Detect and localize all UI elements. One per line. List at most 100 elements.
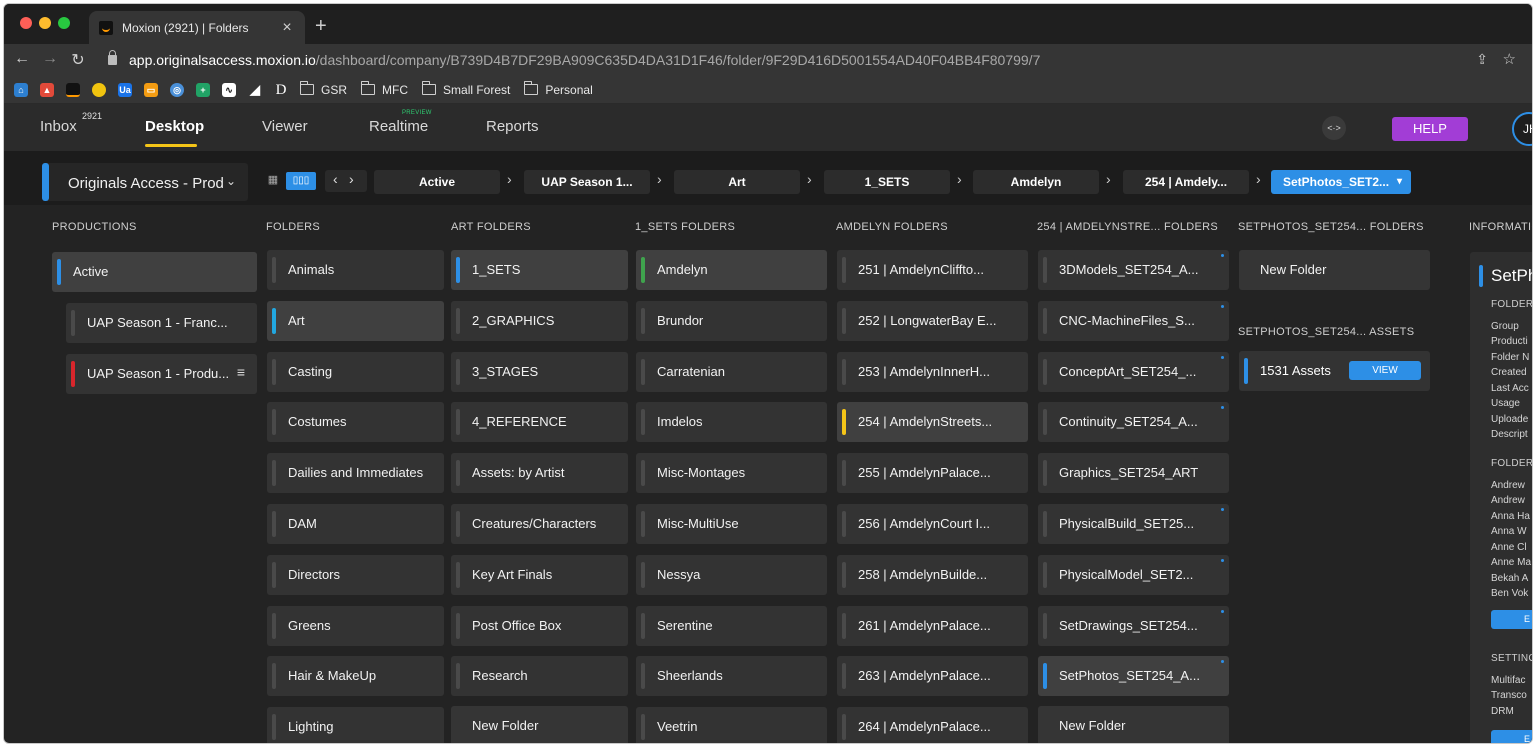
- folder-row[interactable]: 2_GRAPHICS: [451, 300, 628, 341]
- folder-row[interactable]: Carratenian: [636, 351, 827, 392]
- bookmark-icon[interactable]: ∿: [222, 82, 236, 97]
- hamburger-menu-icon[interactable]: ≡: [237, 364, 245, 380]
- help-button[interactable]: HELP: [1392, 117, 1468, 141]
- folder-row[interactable]: 1_SETS: [451, 250, 628, 290]
- breadcrumb-selected[interactable]: SetPhotos_SET2... ▾: [1271, 170, 1411, 194]
- folder-row[interactable]: Serentine: [636, 605, 827, 646]
- folder-row[interactable]: Sheerlands: [636, 656, 827, 697]
- nav-reports[interactable]: Reports: [486, 118, 539, 135]
- folder-row[interactable]: PhysicalModel_SET2...: [1038, 554, 1229, 595]
- folder-row[interactable]: 263 | AmdelynPalace...: [837, 656, 1028, 697]
- new-tab-button[interactable]: +: [315, 15, 327, 38]
- folder-row[interactable]: 253 | AmdelynInnerH...: [837, 351, 1028, 392]
- folder-row[interactable]: Graphics_SET254_ART: [1038, 453, 1229, 494]
- bookmark-icon[interactable]: Ua: [118, 82, 132, 97]
- folder-row[interactable]: 3_STAGES: [451, 351, 628, 392]
- bookmark-icon[interactable]: [92, 82, 106, 97]
- folder-row[interactable]: Post Office Box: [451, 605, 628, 646]
- share-icon[interactable]: ⇪: [1476, 51, 1488, 68]
- production-row[interactable]: Active: [52, 252, 257, 292]
- nav-desktop[interactable]: Desktop: [145, 118, 204, 135]
- folder-row[interactable]: Animals: [267, 250, 444, 290]
- view-assets-button[interactable]: VIEW: [1349, 361, 1421, 380]
- folder-row[interactable]: Misc-Montages: [636, 453, 827, 494]
- grid-view-icon[interactable]: ▦: [262, 172, 284, 188]
- edit-settings-button[interactable]: E: [1491, 730, 1532, 743]
- column-view-icon[interactable]: ▯▯▯: [286, 172, 316, 190]
- folder-row[interactable]: ConceptArt_SET254_...: [1038, 351, 1229, 392]
- bookmark-icon[interactable]: ⌂: [14, 82, 28, 97]
- reload-icon[interactable]: ↻: [68, 50, 88, 70]
- folder-row[interactable]: SetPhotos_SET254_A...: [1038, 656, 1229, 697]
- bookmark-icon[interactable]: ◢: [248, 82, 262, 97]
- organization-selector[interactable]: Originals Access - Prod ⌄: [42, 163, 248, 201]
- bookmark-icon[interactable]: ▭: [144, 82, 158, 97]
- folder-row[interactable]: Greens: [267, 605, 444, 646]
- folder-row[interactable]: 254 | AmdelynStreets...: [837, 402, 1028, 443]
- folder-row[interactable]: 255 | AmdelynPalace...: [837, 453, 1028, 494]
- breadcrumb-item[interactable]: Art: [674, 170, 800, 194]
- folder-row[interactable]: Costumes: [267, 402, 444, 443]
- folder-row[interactable]: 261 | AmdelynPalace...: [837, 605, 1028, 646]
- assets-row[interactable]: 1531 Assets VIEW: [1239, 351, 1430, 391]
- new-folder-button[interactable]: New Folder: [1239, 250, 1430, 290]
- new-folder-button[interactable]: New Folder: [451, 706, 628, 743]
- folder-row[interactable]: 251 | AmdelynCliffto...: [837, 250, 1028, 290]
- folder-row[interactable]: 4_REFERENCE: [451, 402, 628, 443]
- folder-row[interactable]: Misc-MultiUse: [636, 504, 827, 544]
- nav-realtime[interactable]: Realtime: [369, 118, 428, 135]
- folder-row[interactable]: Assets: by Artist: [451, 453, 628, 494]
- close-window-button[interactable]: [20, 17, 32, 29]
- bookmark-folder[interactable]: Personal: [524, 81, 593, 97]
- bookmark-folder[interactable]: GSR: [300, 81, 347, 97]
- bookmark-icon[interactable]: ◎: [170, 82, 184, 97]
- breadcrumb-item[interactable]: Amdelyn: [973, 170, 1099, 194]
- maximize-window-button[interactable]: [58, 17, 70, 29]
- bookmark-folder[interactable]: MFC: [361, 81, 408, 97]
- nav-inbox[interactable]: Inbox: [40, 118, 77, 135]
- folder-row[interactable]: Dailies and Immediates: [267, 453, 444, 494]
- folder-row[interactable]: PhysicalBuild_SET25...: [1038, 504, 1229, 544]
- folder-row[interactable]: Nessya: [636, 554, 827, 595]
- folder-row[interactable]: Directors: [267, 554, 444, 595]
- bookmark-icon[interactable]: D: [274, 82, 288, 97]
- folder-row[interactable]: 256 | AmdelynCourt I...: [837, 504, 1028, 544]
- code-icon[interactable]: <·>: [1322, 116, 1346, 140]
- minimize-window-button[interactable]: [39, 17, 51, 29]
- folder-row[interactable]: Brundor: [636, 300, 827, 341]
- back-arrow-icon[interactable]: ←: [12, 50, 32, 68]
- nav-viewer[interactable]: Viewer: [262, 118, 308, 135]
- chevron-left-icon[interactable]: ‹: [333, 171, 338, 187]
- edit-users-button[interactable]: E: [1491, 610, 1532, 629]
- folder-row[interactable]: Research: [451, 656, 628, 697]
- folder-row[interactable]: Key Art Finals: [451, 554, 628, 595]
- folder-row[interactable]: Lighting: [267, 707, 444, 743]
- production-row[interactable]: UAP Season 1 - Franc...: [66, 303, 257, 343]
- folder-row[interactable]: Hair & MakeUp: [267, 656, 444, 697]
- folder-row[interactable]: CNC-MachineFiles_S...: [1038, 300, 1229, 341]
- folder-row[interactable]: SetDrawings_SET254...: [1038, 605, 1229, 646]
- forward-arrow-icon[interactable]: →: [40, 50, 60, 68]
- amazon-bookmark-icon[interactable]: [66, 82, 80, 97]
- folder-row[interactable]: Imdelos: [636, 402, 827, 443]
- bookmark-star-icon[interactable]: ☆: [1503, 50, 1516, 68]
- breadcrumb-item[interactable]: UAP Season 1...: [524, 170, 650, 194]
- address-bar[interactable]: app.originalsaccess.moxion.io/dashboard/…: [129, 52, 1040, 68]
- tab-close-icon[interactable]: ×: [279, 19, 295, 37]
- folder-row[interactable]: 3DModels_SET254_A...: [1038, 250, 1229, 290]
- breadcrumb-item[interactable]: 1_SETS: [824, 170, 950, 194]
- production-row[interactable]: UAP Season 1 - Produ... ≡: [66, 354, 257, 394]
- folder-row[interactable]: 252 | LongwaterBay E...: [837, 300, 1028, 341]
- folder-row[interactable]: Art: [267, 300, 444, 341]
- breadcrumb-item[interactable]: Active: [374, 170, 500, 194]
- user-avatar[interactable]: JH: [1512, 112, 1532, 146]
- folder-row[interactable]: Casting: [267, 351, 444, 392]
- lock-icon[interactable]: [108, 50, 117, 65]
- breadcrumb-item[interactable]: 254 | Amdely...: [1123, 170, 1249, 194]
- browser-tab[interactable]: Moxion (2921) | Folders ×: [89, 11, 305, 44]
- folder-row[interactable]: 264 | AmdelynPalace...: [837, 707, 1028, 743]
- folder-row[interactable]: 258 | AmdelynBuilde...: [837, 554, 1028, 595]
- new-folder-button[interactable]: New Folder: [1038, 706, 1229, 743]
- folder-row[interactable]: Amdelyn: [636, 250, 827, 290]
- folder-row[interactable]: Creatures/Characters: [451, 504, 628, 544]
